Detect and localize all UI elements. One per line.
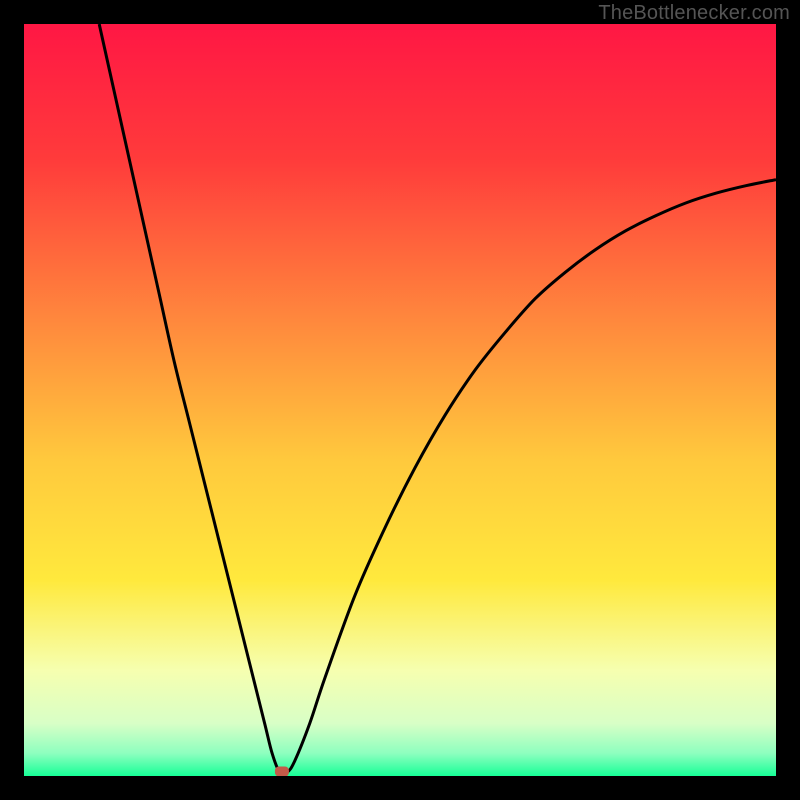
optimal-point-marker <box>275 766 289 776</box>
bottleneck-chart <box>24 24 776 776</box>
gradient-background <box>24 24 776 776</box>
attribution-text: TheBottlenecker.com <box>598 2 790 25</box>
chart-frame <box>24 24 776 776</box>
